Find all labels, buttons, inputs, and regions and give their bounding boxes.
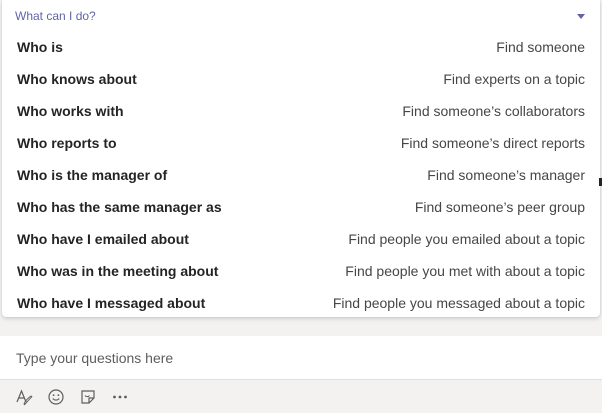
compose-toolbar	[0, 381, 602, 413]
suggestion-description: Find someone’s direct reports	[400, 135, 585, 151]
more-options-icon[interactable]	[110, 387, 130, 407]
suggestion-command: Who is	[17, 39, 63, 55]
suggestion-description: Find people you messaged about a topic	[332, 295, 585, 311]
popup-title: What can I do?	[15, 8, 96, 23]
suggestion-description: Find someone’s collaborators	[402, 103, 585, 119]
suggestion-list: Who is Find someone Who knows about Find…	[2, 31, 600, 317]
emoji-icon[interactable]	[46, 387, 66, 407]
suggestion-command: Who have I messaged about	[17, 295, 206, 311]
suggestion-description: Find someone’s peer group	[414, 199, 585, 215]
suggestion-item-who-knows-about[interactable]: Who knows about Find experts on a topic	[2, 63, 600, 95]
question-input[interactable]	[16, 349, 576, 366]
suggestion-item-who-has-the-same-manager-as[interactable]: Who has the same manager as Find someone…	[2, 191, 600, 223]
suggestion-item-who-was-in-the-meeting-about[interactable]: Who was in the meeting about Find people…	[2, 255, 600, 287]
suggestion-command: Who has the same manager as	[17, 199, 222, 215]
suggestion-command: Who is the manager of	[17, 167, 168, 183]
suggestion-item-who-have-i-messaged-about[interactable]: Who have I messaged about Find people yo…	[2, 287, 600, 317]
format-icon[interactable]	[14, 387, 34, 407]
suggestion-item-who-is[interactable]: Who is Find someone	[2, 31, 600, 63]
popup-header[interactable]: What can I do?	[2, 0, 600, 31]
suggestion-description: Find someone’s manager	[427, 167, 585, 183]
suggestion-command: Who works with	[17, 103, 124, 119]
suggestion-command: Who reports to	[17, 135, 117, 151]
suggestion-popup: What can I do? Who is Find someone Who k…	[2, 0, 600, 317]
sticker-icon[interactable]	[78, 387, 98, 407]
suggestion-item-who-is-the-manager-of[interactable]: Who is the manager of Find someone’s man…	[2, 159, 600, 191]
page: ... What can I do? Who is Find someone W…	[0, 0, 602, 413]
suggestion-command: Who have I emailed about	[17, 231, 189, 247]
suggestion-description: Find someone	[496, 39, 585, 55]
chevron-down-icon[interactable]	[577, 13, 585, 19]
suggestion-description: Find experts on a topic	[443, 71, 585, 87]
suggestion-item-who-have-i-emailed-about[interactable]: Who have I emailed about Find people you…	[2, 223, 600, 255]
suggestion-command: Who was in the meeting about	[17, 263, 219, 279]
suggestion-item-who-works-with[interactable]: Who works with Find someone’s collaborat…	[2, 95, 600, 127]
suggestion-description: Find people you met with about a topic	[345, 263, 585, 279]
compose-box	[0, 336, 602, 380]
suggestion-item-who-reports-to[interactable]: Who reports to Find someone’s direct rep…	[2, 127, 600, 159]
suggestion-description: Find people you emailed about a topic	[348, 231, 585, 247]
suggestion-command: Who knows about	[17, 71, 137, 87]
